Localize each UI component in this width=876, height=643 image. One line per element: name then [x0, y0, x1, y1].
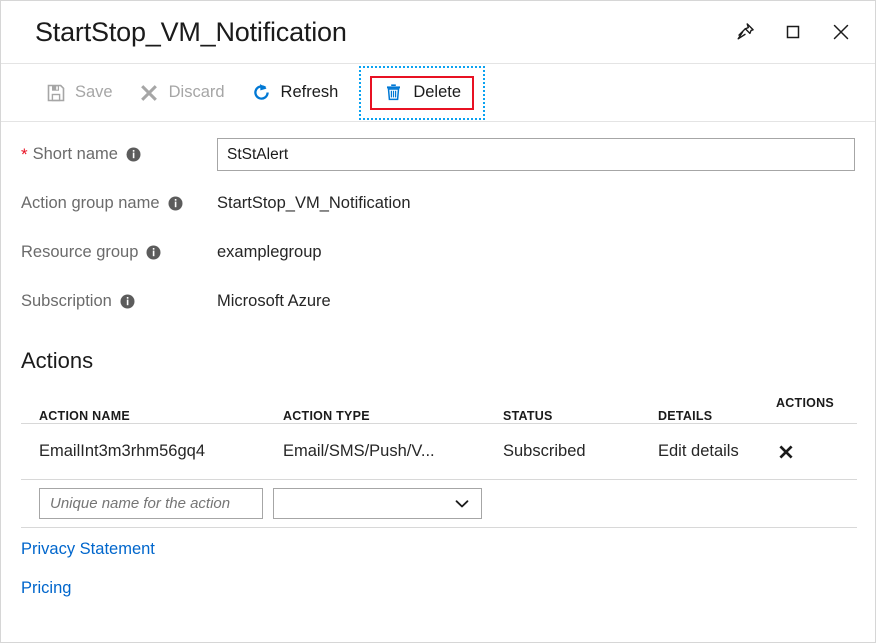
resource-group-label-text: Resource group	[21, 243, 138, 262]
action-group-name-label: Action group name	[21, 194, 217, 213]
info-icon[interactable]	[126, 147, 141, 162]
title-bar: StartStop_VM_Notification	[1, 1, 875, 64]
pin-icon[interactable]	[729, 16, 761, 48]
resource-group-label: Resource group	[21, 243, 217, 262]
action-group-name-value: StartStop_VM_Notification	[217, 194, 411, 213]
save-label: Save	[75, 83, 113, 102]
discard-label: Discard	[169, 83, 225, 102]
refresh-button[interactable]: Refresh	[238, 75, 352, 111]
resource-group-value: examplegroup	[217, 243, 322, 262]
column-header-actions: ACTIONS	[776, 394, 856, 410]
new-action-row	[21, 480, 857, 528]
info-icon[interactable]	[120, 294, 135, 309]
info-icon[interactable]	[146, 245, 161, 260]
table-header-row: ACTION NAME ACTION TYPE STATUS DETAILS A…	[21, 394, 857, 424]
refresh-icon	[251, 82, 272, 103]
window-controls	[729, 16, 857, 48]
action-group-blade: StartStop_VM_Notification	[0, 0, 876, 643]
short-name-label-text: Short name	[33, 145, 118, 164]
discard-button[interactable]: Discard	[126, 75, 238, 111]
new-action-name-input[interactable]	[39, 488, 263, 519]
cell-action-name: EmailInt3m3rhm56gq4	[39, 442, 283, 461]
edit-details-link[interactable]: Edit details	[658, 442, 776, 461]
short-name-label: * Short name	[21, 145, 217, 164]
field-action-group-name: Action group name StartStop_VM_Notificat…	[21, 179, 855, 228]
footer-links: Privacy Statement Pricing	[21, 540, 855, 598]
actions-section-heading: Actions	[21, 348, 855, 374]
cell-action-type: Email/SMS/Push/V...	[283, 442, 503, 461]
delete-button-highlight: Delete	[361, 68, 483, 118]
remove-action-icon[interactable]	[776, 442, 796, 462]
subscription-value: Microsoft Azure	[217, 292, 331, 311]
subscription-label-text: Subscription	[21, 292, 112, 311]
save-icon	[45, 82, 66, 103]
command-toolbar: Save Discard Refresh	[1, 64, 875, 122]
field-short-name: * Short name	[21, 130, 855, 179]
close-icon[interactable]	[825, 16, 857, 48]
blade-content: * Short name Action group name	[1, 122, 875, 642]
table-row: EmailInt3m3rhm56gq4 Email/SMS/Push/V... …	[21, 424, 857, 480]
page-title: StartStop_VM_Notification	[35, 17, 347, 48]
cell-status: Subscribed	[503, 442, 658, 461]
maximize-icon[interactable]	[777, 16, 809, 48]
actions-table: ACTION NAME ACTION TYPE STATUS DETAILS A…	[21, 394, 857, 528]
cell-actions	[776, 442, 856, 462]
delete-button[interactable]: Delete	[370, 76, 474, 110]
chevron-down-icon	[453, 495, 471, 513]
trash-icon	[383, 82, 404, 103]
privacy-statement-link[interactable]: Privacy Statement	[21, 540, 155, 559]
field-resource-group: Resource group examplegroup	[21, 228, 855, 277]
column-header-action-name: ACTION NAME	[39, 409, 283, 423]
refresh-label: Refresh	[281, 83, 339, 102]
required-marker: *	[21, 146, 28, 163]
column-header-status: STATUS	[503, 409, 658, 423]
subscription-label: Subscription	[21, 292, 217, 311]
save-button[interactable]: Save	[32, 75, 126, 111]
pricing-link[interactable]: Pricing	[21, 579, 71, 598]
discard-icon	[139, 82, 160, 103]
info-icon[interactable]	[168, 196, 183, 211]
new-action-type-select[interactable]	[273, 488, 482, 519]
short-name-input[interactable]	[217, 138, 855, 171]
column-header-action-type: ACTION TYPE	[283, 409, 503, 423]
field-subscription: Subscription Microsoft Azure	[21, 277, 855, 326]
action-group-name-label-text: Action group name	[21, 194, 160, 213]
delete-label: Delete	[413, 83, 461, 102]
column-header-details: DETAILS	[658, 409, 776, 423]
